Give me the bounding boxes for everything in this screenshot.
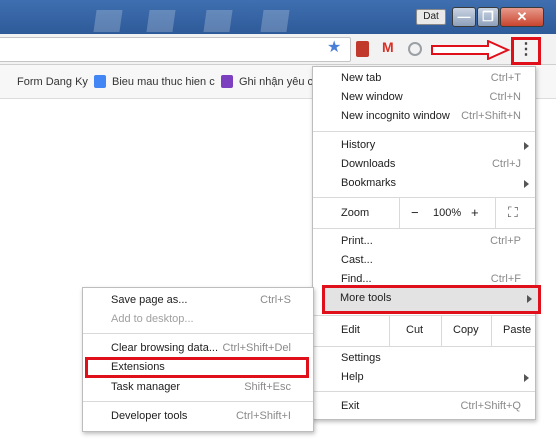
extensions-highlight-box — [85, 357, 309, 378]
edit-divider — [491, 316, 492, 346]
menu-divider — [313, 391, 535, 392]
menu-item-label: History — [341, 139, 376, 151]
menu-item-label: New window — [341, 91, 403, 103]
submenu-arrow-icon — [527, 295, 532, 303]
menu-item-label: Developer tools — [111, 410, 188, 422]
menu-item-label: Zoom — [341, 207, 370, 219]
bookmark-ghi-nhan[interactable]: Ghi nhận yêu c — [239, 76, 313, 88]
menu-item-label: Help — [341, 371, 364, 383]
chrome-menu-button[interactable]: ⋮ — [511, 37, 541, 65]
submenu-item-add-to-desktop[interactable]: Add to desktop... — [83, 309, 313, 329]
menu-item-settings[interactable]: Settings — [313, 349, 535, 369]
maximize-button[interactable]: ❐ — [477, 7, 499, 27]
shortcut-label: Ctrl+Shift+Del — [222, 342, 291, 354]
form-icon — [221, 75, 233, 88]
menu-item-label: Exit — [341, 400, 360, 412]
menu-item-label: New incognito window — [341, 110, 450, 122]
menu-item-edit: Edit Cut Copy Paste — [313, 316, 535, 346]
submenu-item-save-page[interactable]: Save page as... Ctrl+S — [83, 290, 313, 310]
gmail-icon[interactable]: M — [382, 39, 398, 55]
chrome-main-menu: New tab Ctrl+T New window Ctrl+N New inc… — [312, 66, 536, 420]
menu-item-label: New tab — [341, 72, 382, 84]
menu-item-downloads[interactable]: Downloads Ctrl+J — [313, 155, 535, 175]
paste-button[interactable]: Paste — [503, 324, 531, 336]
extension-book-icon[interactable] — [356, 41, 369, 57]
profile-button[interactable]: Dat — [416, 9, 446, 25]
menu-item-label: Print... — [341, 235, 373, 247]
shortcut-label: Ctrl+N — [489, 91, 521, 103]
shortcut-label: Ctrl+Shift+I — [235, 410, 291, 422]
background-tab-shape — [260, 10, 290, 32]
menu-item-new-incognito[interactable]: New incognito window Ctrl+Shift+N — [313, 107, 535, 127]
menu-item-cast[interactable]: Cast... — [313, 251, 535, 271]
menu-divider — [83, 333, 313, 334]
fullscreen-icon[interactable]: ⛶ — [508, 204, 518, 221]
menu-item-new-tab[interactable]: New tab Ctrl+T — [313, 69, 535, 89]
menu-divider — [83, 401, 313, 402]
zoom-divider — [495, 198, 496, 228]
submenu-item-task-manager[interactable]: Task manager Shift+Esc — [83, 377, 313, 397]
menu-item-exit[interactable]: Exit Ctrl+Shift+Q — [313, 397, 535, 417]
menu-item-label: Save page as... — [111, 294, 188, 306]
bookmark-bieu-mau[interactable]: Bieu mau thuc hien c — [112, 76, 215, 88]
submenu-arrow-icon — [524, 374, 529, 382]
background-tab-shape — [203, 10, 233, 32]
menu-item-print[interactable]: Print... Ctrl+P — [313, 232, 535, 252]
zoom-divider — [399, 198, 400, 228]
menu-item-label: Add to desktop... — [111, 313, 194, 325]
bookmark-star-icon[interactable]: ★ — [327, 37, 341, 57]
bookmark-form-dang-ky[interactable]: Form Dang Ky — [17, 76, 88, 88]
menu-item-history[interactable]: History — [313, 136, 535, 156]
menu-item-label: Task manager — [111, 381, 181, 393]
menu-item-label: Settings — [341, 352, 381, 364]
copy-button[interactable]: Copy — [453, 324, 479, 336]
close-button[interactable]: ✕ — [500, 7, 544, 27]
menu-divider — [313, 228, 535, 229]
menu-item-zoom: Zoom − 100% + ⛶ — [313, 198, 535, 228]
menu-divider — [313, 346, 535, 347]
shortcut-label: Ctrl+Shift+Q — [460, 400, 521, 412]
zoom-level: 100% — [433, 207, 462, 219]
menu-divider — [313, 131, 535, 132]
background-tab-shape — [93, 10, 123, 32]
menu-item-help[interactable]: Help — [313, 368, 535, 388]
annotation-arrow-icon — [431, 40, 511, 60]
submenu-arrow-icon — [524, 142, 529, 150]
shortcut-label: Shift+Esc — [244, 381, 291, 393]
document-icon — [94, 75, 106, 88]
menu-item-bookmarks[interactable]: Bookmarks — [313, 174, 535, 194]
cut-button[interactable]: Cut — [406, 324, 423, 336]
shortcut-label: Ctrl+J — [491, 158, 521, 170]
submenu-item-clear-data[interactable]: Clear browsing data... Ctrl+Shift+Del — [83, 338, 313, 358]
shortcut-label: Ctrl+Shift+N — [461, 110, 521, 122]
edit-divider — [389, 316, 390, 346]
menu-item-label: Edit — [341, 324, 360, 336]
shortcut-label: Ctrl+T — [490, 72, 521, 84]
menu-item-label: Bookmarks — [341, 177, 397, 189]
edit-divider — [441, 316, 442, 346]
shortcut-label: Ctrl+P — [490, 235, 521, 247]
menu-item-label: More tools — [340, 292, 392, 304]
shortcut-label: Ctrl+S — [260, 294, 291, 306]
minimize-button[interactable]: — — [452, 7, 476, 27]
submenu-item-developer-tools[interactable]: Developer tools Ctrl+Shift+I — [83, 406, 313, 426]
submenu-arrow-icon — [524, 180, 529, 188]
zoom-in-button[interactable]: + — [471, 205, 479, 220]
menu-item-label: Clear browsing data... — [111, 342, 218, 354]
shortcut-label: Ctrl+F — [490, 273, 521, 285]
menu-item-label: Cast... — [341, 254, 373, 266]
zoom-out-button[interactable]: − — [411, 205, 419, 220]
menu-item-label: Downloads — [341, 158, 396, 170]
menu-item-new-window[interactable]: New window Ctrl+N — [313, 88, 535, 108]
window-title-bar: Dat — ❐ ✕ — [0, 0, 556, 34]
menu-item-more-tools[interactable]: More tools — [322, 285, 541, 314]
menu-item-label: Find... — [341, 273, 372, 285]
background-tab-shape — [146, 10, 176, 32]
address-bar[interactable] — [0, 37, 351, 62]
extension-clock-icon[interactable] — [408, 42, 422, 56]
